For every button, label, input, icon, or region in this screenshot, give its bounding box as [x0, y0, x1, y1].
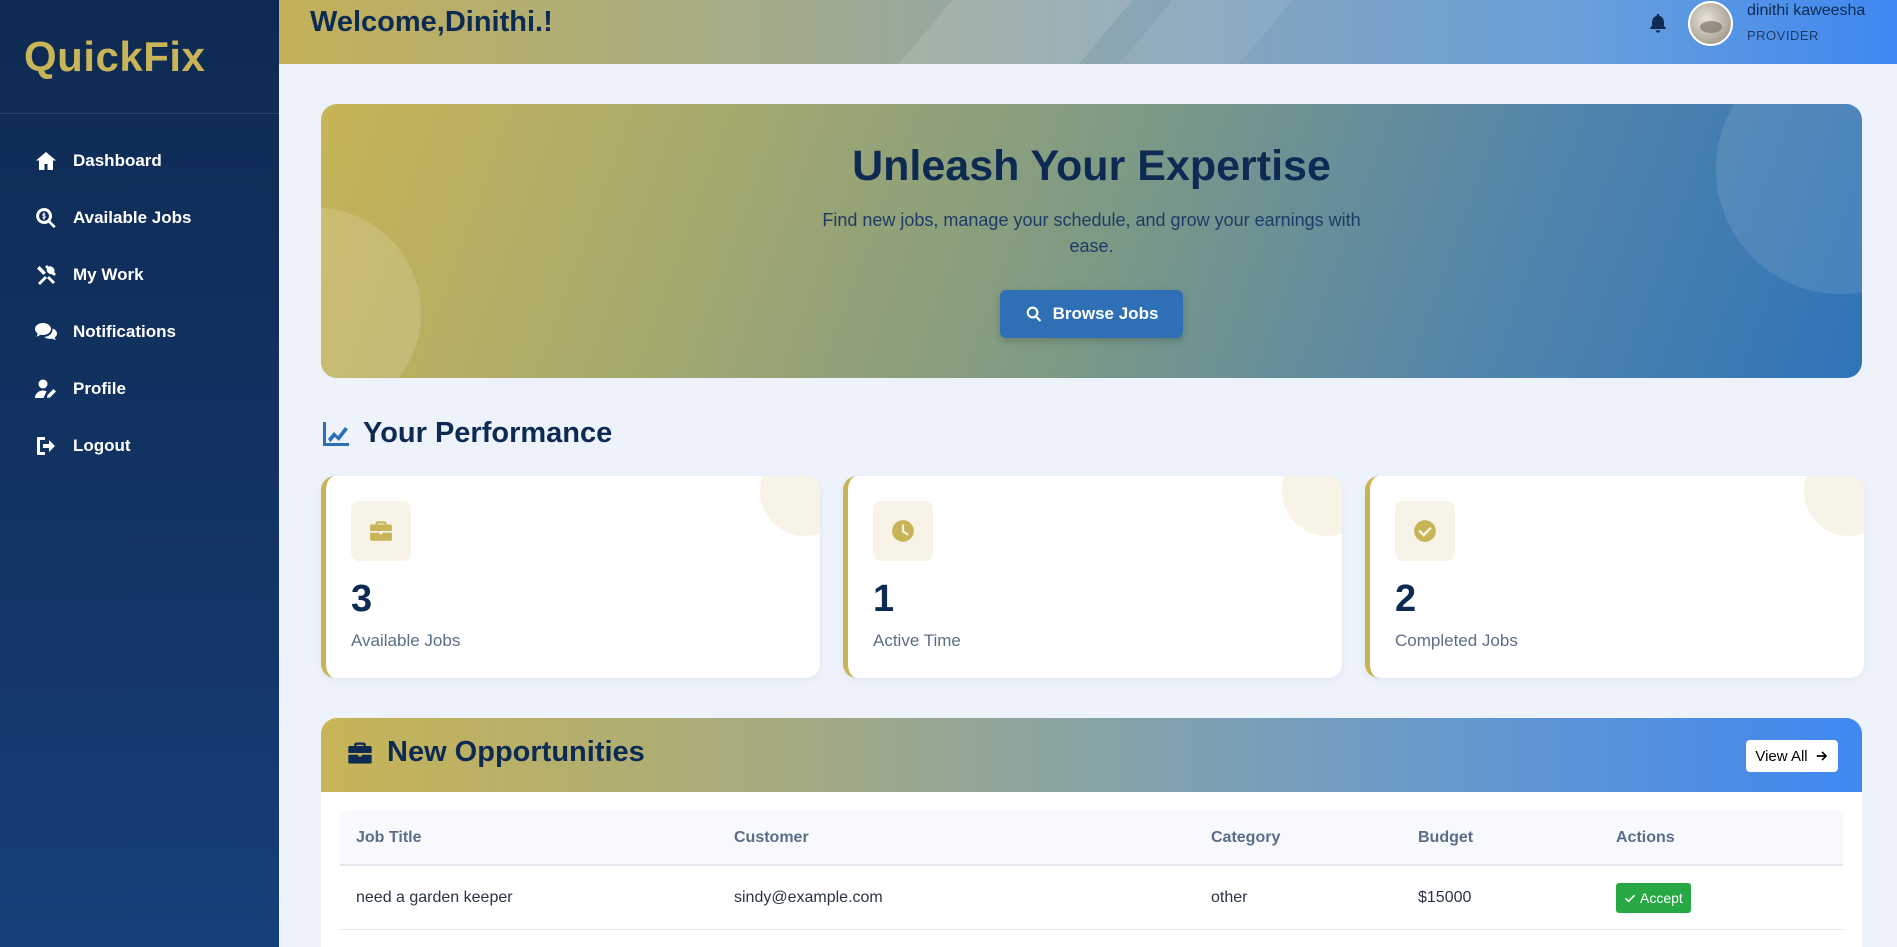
- stat-value: 1: [873, 578, 895, 620]
- column-header-customer[interactable]: Customer: [734, 829, 809, 847]
- sidebar-item-my-work[interactable]: My Work: [0, 246, 279, 303]
- sidebar-item-label: Logout: [73, 435, 131, 455]
- sidebar: QuickFix Dashboard $ Available Jobs My W…: [0, 0, 279, 947]
- top-header: Welcome,Dinithi.! dinithi kaweesha PROVI…: [279, 0, 1897, 64]
- budget-cell: $15000: [1418, 888, 1472, 906]
- sidebar-item-dashboard[interactable]: Dashboard: [0, 132, 279, 189]
- comments-icon: [33, 319, 59, 345]
- opportunities-table: Job Title Customer Category Budget Actio…: [340, 811, 1843, 930]
- sidebar-item-label: Available Jobs: [73, 207, 192, 227]
- stat-label: Completed Jobs: [1395, 631, 1518, 650]
- sidebar-item-profile[interactable]: Profile: [0, 360, 279, 417]
- stat-card-active-time: 1 Active Time: [843, 476, 1342, 678]
- hero-decoration: [1716, 104, 1862, 294]
- check-icon: [1624, 894, 1636, 902]
- opportunities-header: New Opportunities View All: [321, 718, 1862, 792]
- table-row[interactable]: need a garden keeper sindy@example.com o…: [340, 866, 1843, 930]
- browse-jobs-label: Browse Jobs: [1052, 304, 1159, 323]
- tools-icon: [33, 262, 59, 288]
- stat-card-completed-jobs: 2 Completed Jobs: [1365, 476, 1864, 678]
- accept-label: Accept: [1640, 889, 1683, 906]
- stat-card-available-jobs: 3 Available Jobs: [321, 476, 820, 678]
- column-header-budget[interactable]: Budget: [1418, 829, 1473, 847]
- card-decoration: [1282, 476, 1342, 536]
- customer-cell: sindy@example.com: [734, 888, 883, 906]
- sign-out-icon: [33, 433, 59, 459]
- view-all-label: View All: [1755, 747, 1808, 765]
- svg-text:$: $: [42, 213, 46, 220]
- stat-label: Available Jobs: [351, 631, 461, 650]
- check-circle-icon: [1395, 501, 1455, 561]
- clock-icon: [873, 501, 933, 561]
- bell-icon[interactable]: [1647, 11, 1669, 35]
- opportunities-title: New Opportunities: [387, 736, 645, 768]
- opportunities-panel: New Opportunities View All Job Title Cus…: [321, 718, 1862, 947]
- sidebar-nav: Dashboard $ Available Jobs My Work Notif…: [0, 114, 279, 474]
- hero-decoration: [321, 208, 421, 378]
- user-name[interactable]: dinithi kaweesha: [1747, 2, 1865, 20]
- column-header-job-title[interactable]: Job Title: [356, 829, 422, 847]
- search-dollar-icon: $: [33, 205, 59, 231]
- briefcase-icon: [351, 501, 411, 561]
- stat-value: 3: [351, 578, 373, 620]
- sidebar-item-label: Dashboard: [73, 150, 162, 170]
- sidebar-item-available-jobs[interactable]: $ Available Jobs: [0, 189, 279, 246]
- category-cell: other: [1211, 888, 1248, 906]
- sidebar-item-notifications[interactable]: Notifications: [0, 303, 279, 360]
- opportunities-heading: New Opportunities: [345, 736, 645, 769]
- brand-logo[interactable]: QuickFix: [0, 0, 279, 114]
- stat-label: Active Time: [873, 631, 961, 650]
- sidebar-item-label: Notifications: [73, 321, 176, 341]
- sidebar-item-logout[interactable]: Logout: [0, 417, 279, 474]
- arrow-right-icon: [1816, 751, 1827, 761]
- header-decoration: [851, 0, 1167, 64]
- column-header-actions: Actions: [1616, 828, 1675, 846]
- hero-subtitle: Find new jobs, manage your schedule, and…: [822, 210, 1361, 256]
- job-title-cell: need a garden keeper: [356, 888, 513, 906]
- avatar[interactable]: [1688, 1, 1733, 46]
- user-role: PROVIDER: [1747, 28, 1819, 43]
- user-edit-icon: [33, 376, 59, 402]
- card-decoration: [1804, 476, 1864, 536]
- browse-jobs-button[interactable]: Browse Jobs: [1000, 290, 1183, 338]
- brand-name[interactable]: QuickFix: [24, 33, 205, 81]
- welcome-message: Welcome,Dinithi.!: [310, 6, 553, 38]
- sidebar-item-label: Profile: [73, 378, 126, 398]
- hero-title: Unleash Your Expertise: [852, 142, 1331, 190]
- performance-title: Your Performance: [363, 417, 613, 449]
- card-decoration: [760, 476, 820, 536]
- column-header-category[interactable]: Category: [1211, 829, 1280, 847]
- sidebar-item-label: My Work: [73, 264, 144, 284]
- accept-button[interactable]: Accept: [1616, 882, 1691, 913]
- stat-value: 2: [1395, 578, 1417, 620]
- hero-banner: Unleash Your Expertise Find new jobs, ma…: [321, 104, 1862, 378]
- chart-line-icon: [323, 421, 349, 446]
- home-icon: [33, 148, 59, 174]
- table-header: Job Title Customer Category Budget Actio…: [340, 811, 1843, 866]
- search-icon: [1026, 306, 1041, 322]
- view-all-button[interactable]: View All: [1746, 740, 1838, 772]
- performance-heading: Your Performance: [321, 417, 612, 450]
- briefcase-icon: [348, 742, 372, 763]
